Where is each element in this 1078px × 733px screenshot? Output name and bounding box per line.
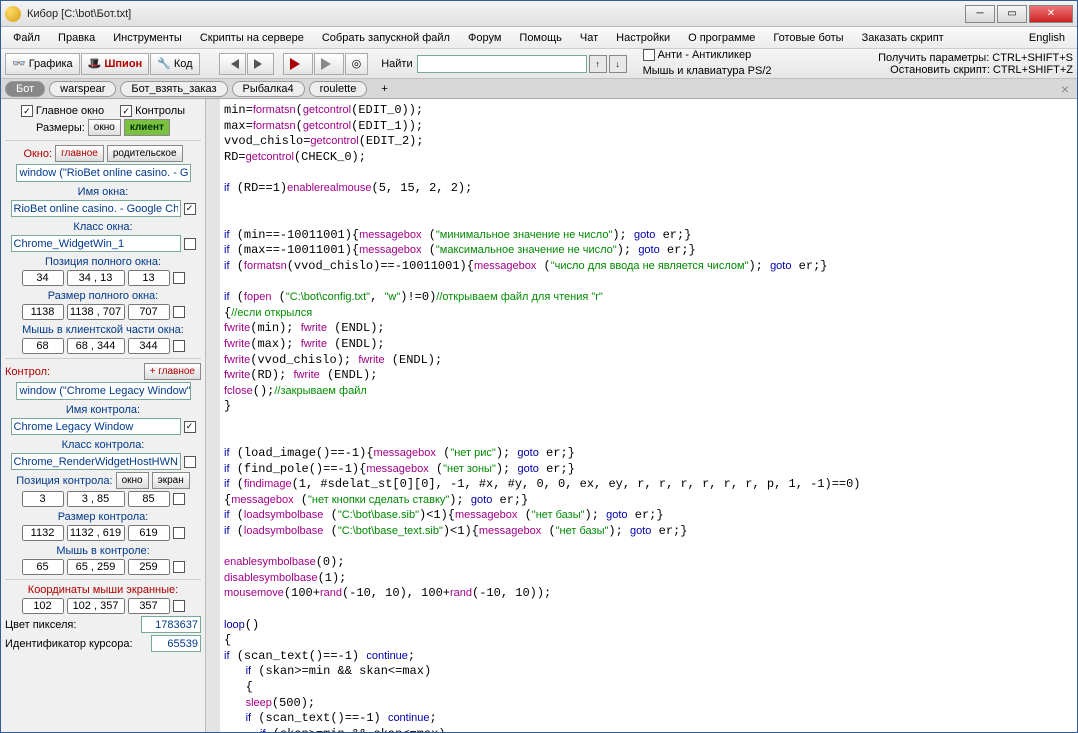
window-class-input[interactable] (11, 235, 181, 252)
cursor-id[interactable] (151, 635, 201, 652)
mode-code[interactable]: 🔧Код (150, 53, 199, 75)
ctrlpos-screen[interactable]: экран (152, 472, 190, 489)
sm-x[interactable] (22, 598, 64, 614)
window-combo[interactable]: window ("RioBet online casino. - G▼ (16, 164, 191, 182)
mctl-y[interactable] (128, 559, 170, 575)
sm-xy[interactable] (67, 598, 125, 614)
menu-build[interactable]: Собрать запускной файл (314, 30, 458, 46)
menu-chat[interactable]: Чат (572, 30, 606, 46)
control-plus-main[interactable]: + главное (144, 363, 201, 380)
fp-x[interactable] (22, 270, 64, 286)
control-combo[interactable]: window ("Chrome Legacy Window"▼ (16, 382, 191, 400)
pixel-color[interactable] (141, 616, 201, 633)
ctrlpos-window[interactable]: окно (116, 472, 149, 489)
redo-button[interactable] (247, 53, 274, 75)
fs-wh[interactable] (67, 304, 125, 320)
tab-warspear[interactable]: warspear (49, 81, 116, 97)
hint-stop: Остановить скрипт: CTRL+SHIFT+Z (878, 64, 1073, 76)
fp-y[interactable] (128, 270, 170, 286)
maximize-button[interactable]: ▭ (997, 5, 1027, 23)
target-button[interactable]: ◎ (345, 53, 369, 75)
code-editor[interactable]: min=formatsn(getcontrol(EDIT_0)); max=fo… (206, 99, 1077, 732)
sm-y[interactable] (128, 598, 170, 614)
cp-xy[interactable] (67, 491, 125, 507)
cp-y[interactable] (128, 491, 170, 507)
anticlicker-check[interactable]: Анти - Антикликер (643, 49, 752, 61)
run-button[interactable] (283, 53, 313, 75)
menu-scripts[interactable]: Скрипты на сервере (192, 30, 312, 46)
find-label: Найти (381, 58, 412, 70)
menu-forum[interactable]: Форум (460, 30, 509, 46)
menu-file[interactable]: Файл (5, 30, 48, 46)
mode-graphic[interactable]: 👓Графика (5, 53, 80, 75)
tab-order[interactable]: Бот_взять_заказ (120, 81, 227, 97)
winclass-cb[interactable] (184, 238, 196, 250)
hint-getparams: Получить параметры: CTRL+SHIFT+S (878, 52, 1073, 64)
find-prev[interactable]: ↑ (589, 55, 607, 73)
close-button[interactable]: ✕ (1029, 5, 1073, 23)
size-client-btn[interactable]: клиент (124, 119, 170, 136)
menubar: Файл Правка Инструменты Скрипты на серве… (1, 27, 1077, 49)
menu-tools[interactable]: Инструменты (105, 30, 190, 46)
mctl-xy[interactable] (67, 559, 125, 575)
minimize-button[interactable]: ─ (965, 5, 995, 23)
winname-cb[interactable] (184, 203, 196, 215)
app-window: Кибор [C:\bot\Бот.txt] ─ ▭ ✕ Файл Правка… (0, 0, 1078, 733)
undo-button[interactable] (219, 53, 246, 75)
mode-spy[interactable]: 🎩Шпион (81, 53, 150, 75)
menu-bots[interactable]: Готовые боты (765, 30, 851, 46)
gutter (206, 99, 220, 732)
menu-english[interactable]: English (1021, 30, 1073, 46)
mctl-x[interactable] (22, 559, 64, 575)
cs-wh[interactable] (67, 525, 125, 541)
sidebar: Главное окно Контролы Размеры: окно клие… (1, 99, 206, 732)
tabstrip: Бот warspear Бот_взять_заказ Рыбалка4 ro… (1, 79, 1077, 99)
mouse-ps2-label: Мышь и клавиатура PS/2 (643, 65, 772, 77)
tab-bot[interactable]: Бот (5, 81, 45, 97)
toolbar: 👓Графика 🎩Шпион 🔧Код ◎ Найти ↑ ↓ Анти - … (1, 49, 1077, 79)
control-class-input[interactable] (11, 453, 181, 470)
mc-xy[interactable] (67, 338, 125, 354)
cs-h[interactable] (128, 525, 170, 541)
fs-w[interactable] (22, 304, 64, 320)
window-main-btn[interactable]: главное (55, 145, 104, 162)
menu-order[interactable]: Заказать скрипт (854, 30, 952, 46)
menu-help[interactable]: Помощь (511, 30, 570, 46)
menu-about[interactable]: О программе (680, 30, 763, 46)
cs-w[interactable] (22, 525, 64, 541)
app-icon (5, 6, 21, 22)
step-button[interactable] (314, 53, 344, 75)
size-window-btn[interactable]: окно (88, 119, 121, 136)
tab-fishing[interactable]: Рыбалка4 (232, 81, 305, 97)
mc-y[interactable] (128, 338, 170, 354)
tab-roulette[interactable]: roulette (309, 81, 368, 97)
menu-edit[interactable]: Правка (50, 30, 103, 46)
tab-add[interactable]: + (371, 82, 397, 96)
titlebar[interactable]: Кибор [C:\bot\Бот.txt] ─ ▭ ✕ (1, 1, 1077, 27)
cp-x[interactable] (22, 491, 64, 507)
find-input[interactable] (417, 55, 587, 73)
controls-check[interactable] (120, 105, 132, 117)
tab-close[interactable]: × (1057, 81, 1073, 97)
window-parent-btn[interactable]: родительское (107, 145, 183, 162)
window-title: Кибор [C:\bot\Бот.txt] (27, 8, 965, 20)
menu-settings[interactable]: Настройки (608, 30, 678, 46)
control-name-input[interactable] (11, 418, 181, 435)
find-next[interactable]: ↓ (609, 55, 627, 73)
main-window-check[interactable] (21, 105, 33, 117)
code-content[interactable]: min=formatsn(getcontrol(EDIT_0)); max=fo… (206, 99, 1077, 732)
window-name-input[interactable] (11, 200, 181, 217)
mc-x[interactable] (22, 338, 64, 354)
fp-xy[interactable] (67, 270, 125, 286)
fs-h[interactable] (128, 304, 170, 320)
